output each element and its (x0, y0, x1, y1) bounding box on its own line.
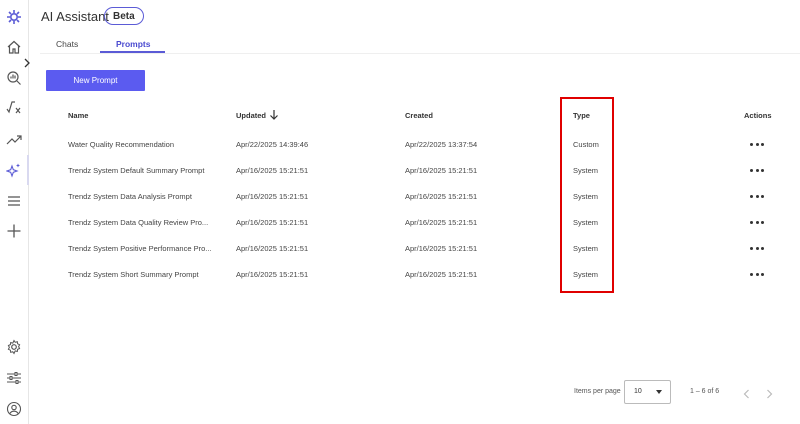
chevron-right-icon (767, 389, 773, 399)
sort-descending-icon[interactable] (269, 109, 279, 121)
expand-sidebar-button[interactable] (20, 55, 34, 71)
formula-icon[interactable] (3, 97, 25, 119)
settings-icon[interactable] (3, 336, 25, 358)
items-per-page-label: Items per page (574, 388, 621, 395)
trend-icon[interactable] (3, 128, 25, 150)
row-created: Apr/16/2025 15:21:51 (405, 218, 478, 227)
row-actions-button[interactable] (750, 270, 764, 278)
row-created: Apr/22/2025 13:37:54 (405, 140, 478, 149)
row-name[interactable]: Trendz System Default Summary Prompt (68, 166, 204, 175)
row-name[interactable]: Trendz System Positive Performance Pro..… (68, 244, 212, 253)
row-created: Apr/16/2025 15:21:51 (405, 192, 478, 201)
chevron-left-icon (743, 389, 749, 399)
row-actions-button[interactable] (750, 244, 764, 252)
logo-icon[interactable] (3, 6, 25, 28)
active-indicator (27, 155, 29, 185)
row-name[interactable]: Trendz System Data Quality Review Pro... (68, 218, 208, 227)
row-name[interactable]: Trendz System Data Analysis Prompt (68, 192, 192, 201)
row-updated: Apr/16/2025 15:21:51 (236, 166, 309, 175)
previous-page-button[interactable] (743, 386, 753, 399)
row-updated: Apr/16/2025 15:21:51 (236, 244, 309, 253)
tabs-divider (40, 53, 800, 54)
row-updated: Apr/16/2025 15:21:51 (236, 270, 309, 279)
row-created: Apr/16/2025 15:21:51 (405, 166, 478, 175)
tab-prompts[interactable]: Prompts (116, 39, 150, 49)
more-icon (750, 168, 753, 172)
column-header-created[interactable]: Created (405, 111, 433, 120)
row-actions-button[interactable] (750, 218, 764, 226)
dropdown-caret-icon (656, 390, 662, 394)
column-header-actions: Actions (744, 111, 772, 120)
more-icon (750, 142, 753, 146)
row-updated: Apr/16/2025 15:21:51 (236, 218, 309, 227)
next-page-button[interactable] (766, 386, 776, 399)
row-name[interactable]: Trendz System Short Summary Prompt (68, 270, 199, 279)
row-actions-button[interactable] (750, 140, 764, 148)
more-icon (750, 194, 753, 198)
column-header-name[interactable]: Name (68, 111, 88, 120)
add-icon[interactable] (3, 220, 25, 242)
menu-icon[interactable] (3, 190, 25, 212)
page-size-value: 10 (634, 388, 642, 395)
sliders-icon[interactable] (3, 367, 25, 389)
page-size-select[interactable] (624, 380, 671, 404)
chevron-right-icon (24, 58, 30, 68)
ai-sparkle-icon[interactable] (3, 159, 25, 181)
type-column-highlight (560, 97, 614, 293)
tab-chats[interactable]: Chats (56, 39, 78, 49)
pagination-range: 1 – 6 of 6 (690, 388, 720, 395)
row-created: Apr/16/2025 15:21:51 (405, 270, 478, 279)
beta-badge: Beta (104, 7, 144, 25)
column-header-updated[interactable]: Updated (236, 111, 266, 120)
row-updated: Apr/22/2025 14:39:46 (236, 140, 309, 149)
more-icon (750, 220, 753, 224)
more-icon (750, 246, 753, 250)
row-name[interactable]: Water Quality Recommendation (68, 140, 174, 149)
row-updated: Apr/16/2025 15:21:51 (236, 192, 309, 201)
user-icon[interactable] (3, 398, 25, 420)
row-created: Apr/16/2025 15:21:51 (405, 244, 478, 253)
row-actions-button[interactable] (750, 192, 764, 200)
new-prompt-button[interactable]: New Prompt (46, 70, 145, 91)
page-title: AI Assistant (41, 9, 109, 24)
row-actions-button[interactable] (750, 166, 764, 174)
more-icon (750, 272, 753, 276)
